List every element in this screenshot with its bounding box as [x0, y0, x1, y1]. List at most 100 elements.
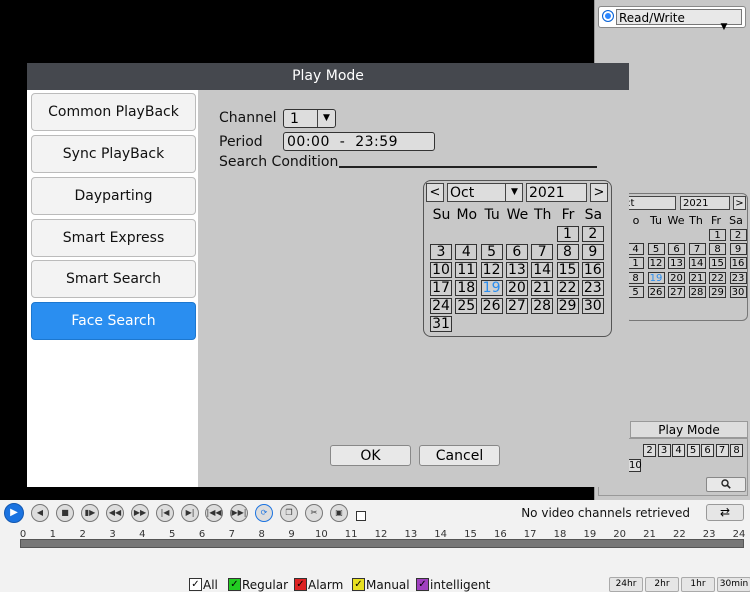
background-channel-number: 3: [657, 444, 671, 457]
calendar-day[interactable]: 4: [455, 244, 478, 260]
fast-forward-icon[interactable]: ▶▶: [131, 504, 149, 522]
calendar-day[interactable]: 29: [556, 298, 579, 314]
search-condition-divider: [339, 166, 597, 168]
background-calendar-day: 8: [627, 271, 644, 284]
legend-checkbox[interactable]: ✓: [416, 578, 429, 591]
mode-smart-express-button[interactable]: Smart Express: [31, 219, 196, 257]
calendar-day[interactable]: 25: [455, 298, 478, 314]
access-mode-value: Read/Write: [619, 11, 685, 25]
calendar-day[interactable]: 21: [531, 280, 554, 296]
background-calendar-day: 5: [647, 243, 665, 256]
step-forward-icon[interactable]: ▮▶: [81, 504, 99, 522]
calendar-day[interactable]: 30: [581, 298, 604, 314]
period-input[interactable]: 00:00 - 23:59: [283, 132, 435, 151]
calendar-day[interactable]: 31: [430, 316, 452, 332]
calendar-next-button[interactable]: >: [590, 183, 608, 202]
play-icon[interactable]: ▶: [4, 503, 24, 523]
background-calendar-weekday: o: [632, 214, 640, 227]
background-calendar-day: 12: [647, 257, 665, 270]
background-calendar-day: 2: [729, 229, 747, 241]
calendar-day[interactable]: 19: [480, 280, 503, 296]
stop-icon[interactable]: ■: [56, 504, 74, 522]
previous-frame-icon[interactable]: |◀: [156, 504, 174, 522]
zoom-button[interactable]: 1hr: [681, 577, 715, 592]
calendar-day[interactable]: 2: [581, 226, 604, 242]
mode-smart-search-button[interactable]: Smart Search: [31, 260, 196, 298]
background-channel-number: 2: [643, 444, 656, 457]
background-calendar-year[interactable]: 2021: [680, 196, 730, 210]
legend-checkbox[interactable]: ✓: [294, 578, 307, 591]
background-calendar-day: 26: [647, 285, 665, 298]
background-calendar-day: 14: [688, 257, 706, 270]
calendar-day[interactable]: 26: [480, 298, 503, 314]
calendar-day[interactable]: 7: [531, 244, 554, 260]
zoom-button[interactable]: 30min: [717, 577, 750, 592]
calendar-day[interactable]: 23: [581, 280, 604, 296]
timeline-track[interactable]: [20, 539, 744, 548]
calendar-day[interactable]: 22: [556, 280, 579, 296]
save-icon[interactable]: ▣: [330, 504, 348, 522]
cut-icon[interactable]: ✂: [305, 504, 323, 522]
calendar-day[interactable]: 3: [430, 244, 452, 260]
reverse-play-icon[interactable]: ◀: [31, 504, 49, 522]
background-calendar-day: 30: [729, 285, 747, 298]
slow-icon[interactable]: ◀◀: [106, 504, 124, 522]
calendar-day[interactable]: 9: [581, 244, 604, 260]
next-frame-icon[interactable]: ▶|: [181, 504, 199, 522]
calendar-day[interactable]: 8: [556, 244, 579, 260]
background-calendar-weekday: We: [667, 214, 685, 227]
legend-checkbox[interactable]: ✓: [228, 578, 241, 591]
legend-label: Alarm: [308, 578, 344, 592]
copy-icon[interactable]: ❐: [280, 504, 298, 522]
sync-icon[interactable]: ⇄: [706, 504, 744, 521]
mode-sync-playback-button[interactable]: Sync PlayBack: [31, 135, 196, 173]
calendar-prev-button[interactable]: <: [426, 183, 444, 202]
cancel-button[interactable]: Cancel: [419, 445, 500, 466]
calendar-day[interactable]: 12: [480, 262, 503, 278]
chevron-down-icon: ▼: [505, 184, 523, 201]
access-mode-select[interactable]: Read/Write ▼: [616, 9, 742, 32]
loop-icon[interactable]: ⟳: [255, 504, 273, 522]
calendar-day[interactable]: 5: [480, 244, 503, 260]
calendar-day[interactable]: 11: [455, 262, 478, 278]
calendar-day[interactable]: 6: [505, 244, 528, 260]
background-calendar-day: 1: [709, 229, 726, 241]
calendar-day[interactable]: 17: [430, 280, 452, 296]
next-file-icon[interactable]: ▶▶|: [230, 504, 248, 522]
calendar-day[interactable]: 14: [531, 262, 554, 278]
mode-common-playback-button[interactable]: Common PlayBack: [31, 93, 196, 131]
zoom-button[interactable]: 24hr: [609, 577, 643, 592]
calendar-day[interactable]: 28: [531, 298, 554, 314]
ok-button[interactable]: OK: [330, 445, 411, 466]
background-channel-number: 6: [701, 444, 714, 457]
calendar-day[interactable]: 20: [505, 280, 528, 296]
mode-face-search-button[interactable]: Face Search: [31, 302, 196, 340]
calendar-day[interactable]: 1: [556, 226, 579, 242]
playback-checkbox[interactable]: [356, 511, 366, 521]
background-calendar-day: 23: [729, 271, 747, 284]
calendar-day[interactable]: 24: [430, 298, 452, 314]
background-calendar-next-button[interactable]: >: [733, 196, 746, 210]
calendar-day[interactable]: 15: [556, 262, 579, 278]
background-calendar-month[interactable]: ct: [624, 196, 676, 210]
background-calendar-day: 15: [709, 257, 726, 270]
search-condition-label: Search Condition: [219, 154, 339, 170]
background-calendar-day: 21: [688, 271, 706, 284]
mode-dayparting-button[interactable]: Dayparting: [31, 177, 196, 215]
access-mode-radio[interactable]: [602, 10, 614, 22]
calendar-year-field[interactable]: 2021: [526, 183, 587, 202]
calendar-day[interactable]: 13: [505, 262, 528, 278]
zoom-button[interactable]: 2hr: [645, 577, 679, 592]
calendar-day[interactable]: 10: [430, 262, 452, 278]
calendar-weekday: Th: [533, 207, 552, 223]
legend-checkbox[interactable]: ✓: [189, 578, 202, 591]
calendar-day[interactable]: 16: [581, 262, 604, 278]
calendar-day[interactable]: 18: [455, 280, 478, 296]
channel-label: Channel: [219, 110, 277, 126]
previous-file-icon[interactable]: |◀◀: [205, 504, 223, 522]
legend-checkbox[interactable]: ✓: [352, 578, 365, 591]
background-calendar-day: 27: [668, 285, 685, 298]
calendar-day[interactable]: 27: [505, 298, 528, 314]
background-calendar-weekday: Fr: [710, 214, 722, 227]
background-search-button[interactable]: [706, 477, 746, 492]
